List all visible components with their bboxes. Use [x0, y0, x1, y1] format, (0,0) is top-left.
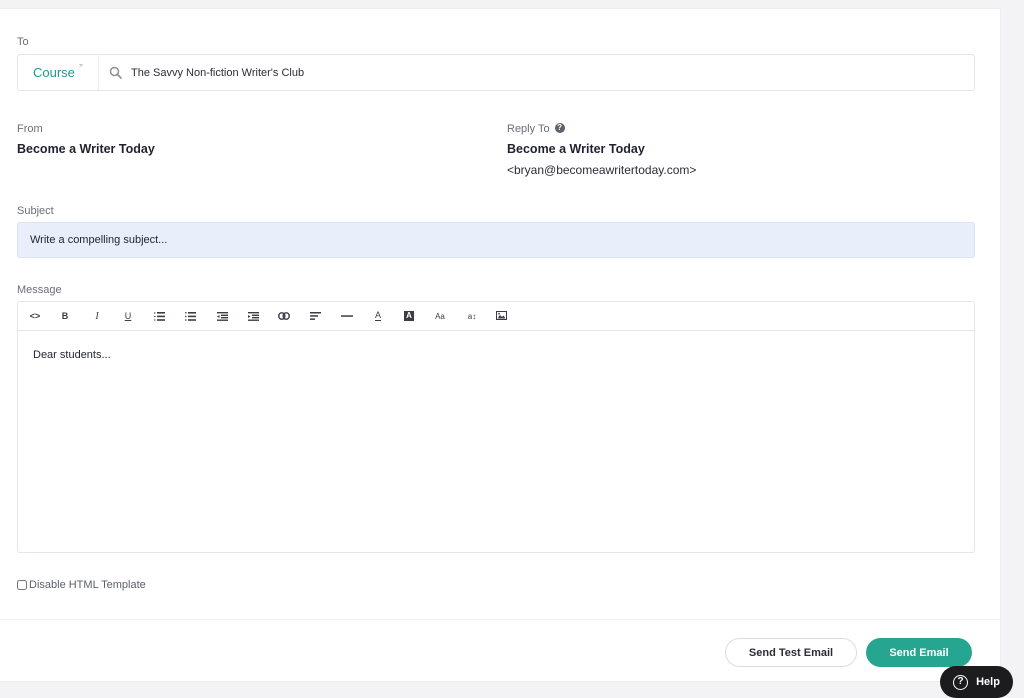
- insert-image-button[interactable]: [493, 307, 509, 323]
- from-name: Become a Writer Today: [17, 142, 155, 156]
- underline-icon: U: [124, 311, 132, 321]
- disable-html-template-option[interactable]: Disable HTML Template: [17, 579, 146, 591]
- link-button[interactable]: [276, 308, 292, 324]
- unordered-list-button[interactable]: [182, 308, 198, 324]
- font-color-button[interactable]: A: [370, 308, 386, 324]
- message-editor: <> B I U A A Aa a↕ Dear students...: [17, 301, 975, 553]
- to-label: To: [17, 36, 29, 48]
- to-field: Course The Savvy Non-fiction Writer's Cl…: [17, 54, 975, 91]
- reply-to-email: <bryan@becomeawritertoday.com>: [507, 163, 697, 177]
- background-color-icon: A: [404, 311, 414, 321]
- indent-button[interactable]: [245, 308, 261, 324]
- line-height-button[interactable]: a↕: [464, 308, 480, 324]
- underline-button[interactable]: U: [120, 308, 136, 324]
- link-icon: [278, 312, 290, 320]
- disable-html-template-label: Disable HTML Template: [29, 579, 146, 591]
- recipient-type-value: Course: [33, 65, 75, 80]
- editor-toolbar: <> B I U A A Aa a↕: [18, 302, 974, 331]
- recipient-search[interactable]: The Savvy Non-fiction Writer's Club: [99, 55, 974, 90]
- outdent-icon: [216, 311, 228, 321]
- ordered-list-icon: [153, 311, 165, 321]
- bold-button[interactable]: B: [57, 308, 73, 324]
- send-test-email-button[interactable]: Send Test Email: [725, 638, 857, 667]
- image-icon: [495, 310, 507, 320]
- indent-icon: [247, 311, 259, 321]
- recipient-search-value: The Savvy Non-fiction Writer's Club: [131, 66, 305, 79]
- subject-input[interactable]: [17, 222, 975, 258]
- align-left-icon: [309, 312, 321, 320]
- compose-email-card: To Course The Savvy Non-fiction Writer's…: [0, 8, 1001, 682]
- font-size-button[interactable]: Aa: [432, 308, 448, 324]
- horizontal-rule-icon: [341, 315, 353, 317]
- disable-html-template-checkbox[interactable]: [17, 580, 27, 590]
- from-label: From: [17, 123, 43, 135]
- outdent-button[interactable]: [214, 308, 230, 324]
- align-button[interactable]: [307, 308, 323, 324]
- reply-to-name: Become a Writer Today: [507, 142, 645, 156]
- code-view-button[interactable]: <>: [27, 308, 43, 324]
- question-circle-icon: ?: [953, 674, 969, 690]
- subject-label: Subject: [17, 205, 54, 217]
- line-height-icon: a↕: [467, 311, 477, 321]
- help-button[interactable]: ? Help: [940, 666, 1013, 698]
- font-color-icon: A: [374, 310, 381, 321]
- horizontal-rule-button[interactable]: [339, 308, 355, 324]
- bold-icon: B: [61, 311, 69, 321]
- code-icon: <>: [29, 311, 41, 321]
- reply-to-label-row: Reply To?: [507, 123, 565, 135]
- recipient-type-select[interactable]: Course: [18, 55, 99, 90]
- help-circle-icon[interactable]: ?: [554, 123, 565, 134]
- background-color-button[interactable]: A: [401, 308, 417, 324]
- footer-divider: [0, 619, 1000, 620]
- unordered-list-icon: [184, 311, 196, 321]
- search-icon: [109, 66, 122, 79]
- italic-icon: I: [95, 310, 99, 322]
- send-email-button[interactable]: Send Email: [866, 638, 972, 667]
- message-label: Message: [17, 284, 62, 296]
- message-body[interactable]: Dear students...: [18, 331, 974, 379]
- italic-button[interactable]: I: [89, 308, 105, 324]
- help-label: Help: [976, 676, 1000, 688]
- chevron-down-icon: [79, 64, 83, 67]
- ordered-list-button[interactable]: [151, 308, 167, 324]
- font-size-icon: Aa: [435, 311, 445, 321]
- reply-to-label: Reply To: [507, 123, 550, 135]
